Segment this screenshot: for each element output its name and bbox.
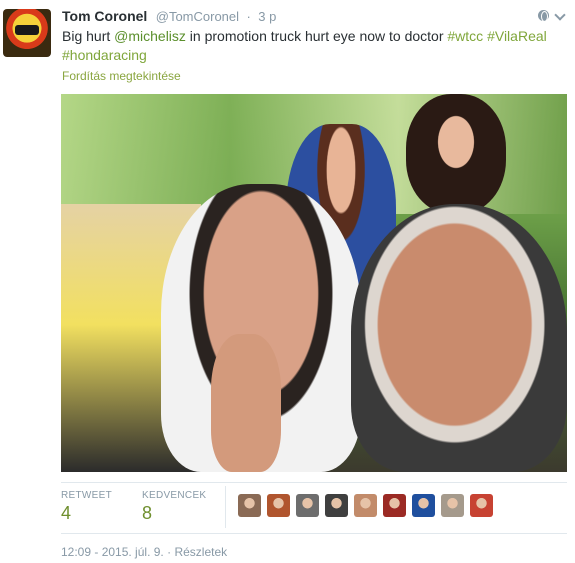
hashtag-link[interactable]: #hondaracing xyxy=(62,47,147,63)
favorites-stat[interactable]: KEDVENCEK 8 xyxy=(142,490,206,524)
tweet-text: Big hurt @michelisz in promotion truck h… xyxy=(62,27,562,65)
stats-divider-bottom xyxy=(61,533,567,534)
photo-pointing-hand xyxy=(211,334,281,472)
favoriter-avatar[interactable] xyxy=(296,494,319,517)
favoriter-avatar[interactable] xyxy=(267,494,290,517)
stats-divider-top xyxy=(61,482,567,483)
author-name[interactable]: Tom Coronel xyxy=(62,8,147,24)
hashtag-link[interactable]: #VilaReal xyxy=(487,28,547,44)
header-separator: · xyxy=(246,9,251,24)
favoriter-avatars xyxy=(238,494,493,517)
favorites-count: 8 xyxy=(142,503,153,523)
chevron-down-icon[interactable] xyxy=(555,10,565,21)
photo-woman-right xyxy=(406,94,506,214)
retweet-label: RETWEET xyxy=(61,490,112,501)
photo-man-right-face xyxy=(351,204,567,472)
tweet-photo[interactable] xyxy=(61,94,567,472)
header-icons xyxy=(538,10,565,22)
favoriter-avatar[interactable] xyxy=(412,494,435,517)
author-avatar[interactable] xyxy=(3,9,51,57)
mention-link[interactable]: @michelisz xyxy=(114,28,186,44)
favoriter-avatar[interactable] xyxy=(325,494,348,517)
translate-link[interactable]: Fordítás megtekintése xyxy=(62,69,181,83)
retweet-stat[interactable]: RETWEET 4 xyxy=(61,490,112,524)
helmet-visor xyxy=(15,25,39,35)
details-link[interactable]: Részletek xyxy=(174,545,227,559)
tweet-header: Tom Coronel @TomCoronel · 3 p xyxy=(62,8,565,26)
hashtag-link[interactable]: #wtcc xyxy=(447,28,483,44)
tweet-timestamp[interactable]: 12:09 - 2015. júl. 9. xyxy=(61,545,164,559)
tweet-relative-time[interactable]: 3 p xyxy=(258,9,276,24)
footer-separator: · xyxy=(167,545,172,559)
favorites-label: KEDVENCEK xyxy=(142,490,207,501)
screen-name[interactable]: @TomCoronel xyxy=(156,9,239,24)
favoriter-avatar[interactable] xyxy=(441,494,464,517)
favoriter-avatar[interactable] xyxy=(238,494,261,517)
globe-icon xyxy=(538,10,549,22)
favoriter-avatar[interactable] xyxy=(470,494,493,517)
text-segment: in promotion truck hurt eye now to docto… xyxy=(185,28,448,44)
stats-vertical-divider xyxy=(225,486,226,528)
retweet-count: 4 xyxy=(61,503,72,523)
favoriter-avatar[interactable] xyxy=(383,494,406,517)
favoriter-avatar[interactable] xyxy=(354,494,377,517)
text-segment: Big hurt xyxy=(62,28,115,44)
tweet-footer: 12:09 - 2015. júl. 9. · Részletek xyxy=(61,545,227,559)
